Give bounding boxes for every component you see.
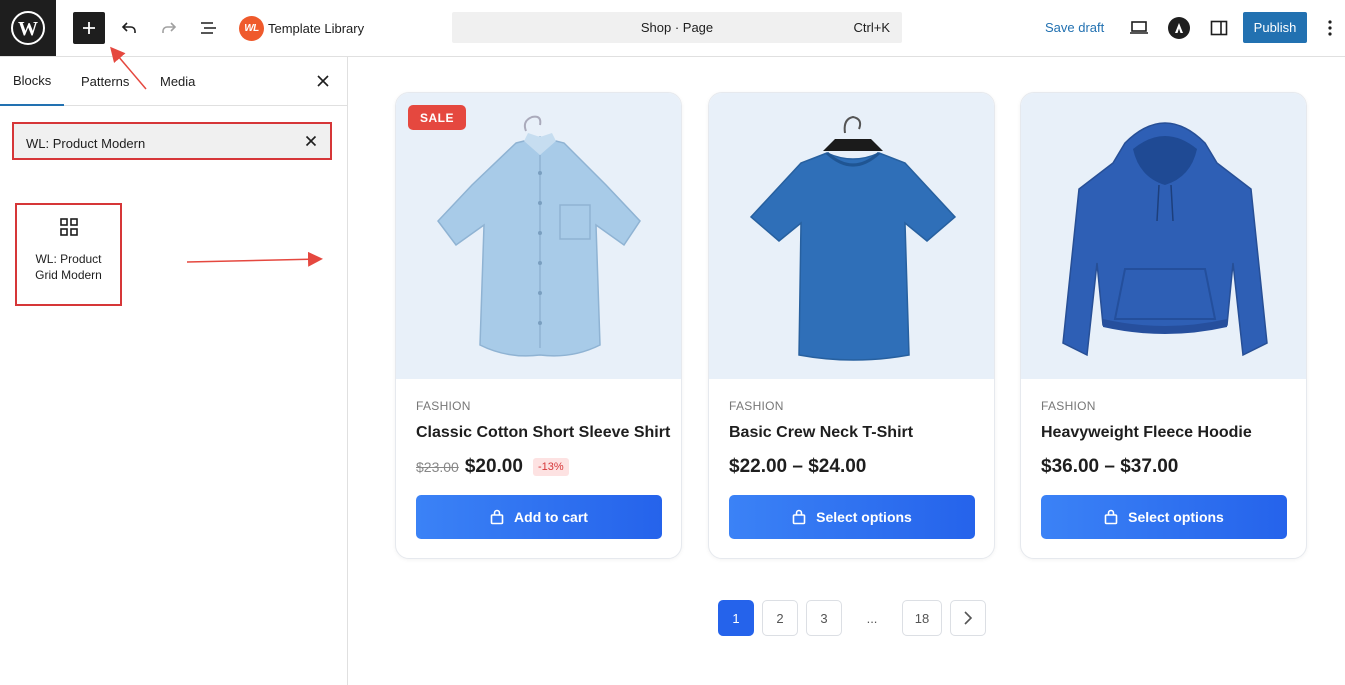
product-title[interactable]: Heavyweight Fleece Hoodie <box>1041 424 1252 442</box>
close-icon <box>305 135 317 147</box>
pagination: 1 2 3 ... 18 <box>718 600 986 636</box>
block-search-input[interactable]: WL: Product Modern <box>12 122 332 160</box>
more-vertical-icon <box>1328 20 1332 36</box>
product-price: $22.00 – $24.00 <box>729 456 866 478</box>
tab-blocks[interactable]: Blocks <box>0 57 65 106</box>
product-card[interactable]: FASHION Heavyweight Fleece Hoodie $36.00… <box>1020 92 1307 559</box>
template-library-label: Template Library <box>268 20 365 36</box>
sale-badge: SALE <box>408 105 466 130</box>
inserter-tabs: Blocks Patterns Media <box>0 57 347 106</box>
list-view-icon <box>201 22 216 34</box>
page-button-last[interactable]: 18 <box>902 600 942 636</box>
undo-icon <box>121 22 136 33</box>
product-category[interactable]: FASHION <box>416 399 471 413</box>
options-menu-button[interactable] <box>1318 12 1342 44</box>
shopping-bag-icon <box>1104 509 1118 525</box>
editor-top-bar: W WL Template Library Shop · Page Ctrl+K… <box>0 0 1345 57</box>
sale-price: $20.00 <box>464 456 523 477</box>
chevron-right-icon <box>964 611 973 625</box>
product-title[interactable]: Classic Cotton Short Sleeve Shirt <box>416 424 670 442</box>
astra-logo-icon <box>1168 17 1190 39</box>
clear-search-button[interactable] <box>302 132 320 150</box>
template-library-button[interactable]: WL Template Library <box>239 14 364 42</box>
product-title[interactable]: Basic Crew Neck T-Shirt <box>729 424 913 442</box>
product-category[interactable]: FASHION <box>1041 399 1096 413</box>
hoodie-image-icon <box>1062 122 1268 357</box>
price-range: $36.00 – $37.00 <box>1041 456 1179 477</box>
next-page-button[interactable] <box>950 600 986 636</box>
product-image[interactable]: SALE <box>396 93 681 379</box>
shopping-bag-icon <box>490 509 504 525</box>
discount-badge: -13% <box>532 458 569 476</box>
add-block-toggle-button[interactable] <box>73 12 105 44</box>
command-shortcut: Ctrl+K <box>853 20 890 35</box>
product-price: $36.00 – $37.00 <box>1041 456 1178 478</box>
redo-button[interactable] <box>153 12 185 44</box>
editor-canvas: SALE FASHION Classic Cotton Short Sleeve… <box>348 57 1345 685</box>
regular-price: $23.00 <box>416 459 459 475</box>
add-to-cart-button[interactable]: Add to cart <box>416 495 662 539</box>
close-inserter-button[interactable] <box>311 69 335 93</box>
button-label: Select options <box>1128 509 1224 525</box>
device-preview-button[interactable] <box>1123 12 1155 44</box>
price-range: $22.00 – $24.00 <box>729 456 867 477</box>
block-inserter-panel: Blocks Patterns Media WL: Product Modern… <box>0 57 348 685</box>
product-image[interactable] <box>709 93 994 379</box>
tab-media[interactable]: Media <box>147 57 208 105</box>
document-title: Shop · Page <box>640 20 714 35</box>
page-button[interactable]: 2 <box>762 600 798 636</box>
product-price: $23.00 $20.00 -13% <box>416 456 569 478</box>
plus-icon <box>83 22 95 34</box>
product-category[interactable]: FASHION <box>729 399 784 413</box>
page-button-current[interactable]: 1 <box>718 600 754 636</box>
astra-settings-button[interactable] <box>1163 12 1195 44</box>
product-card[interactable]: SALE FASHION Classic Cotton Short Sleeve… <box>395 92 682 559</box>
block-result-product-grid-modern[interactable]: WL: Product Grid Modern <box>15 203 122 306</box>
button-label: Select options <box>816 509 912 525</box>
grid-icon <box>59 218 78 236</box>
template-library-logo-icon: WL <box>239 15 264 41</box>
search-value: WL: Product Modern <box>26 136 146 151</box>
command-palette-bar[interactable]: Shop · Page Ctrl+K <box>452 12 902 43</box>
page-ellipsis: ... <box>850 600 894 636</box>
block-result-label: WL: Product Grid Modern <box>35 252 102 282</box>
shirt-image-icon <box>437 115 641 357</box>
sidebar-icon <box>1210 20 1228 36</box>
tab-patterns[interactable]: Patterns <box>68 57 142 105</box>
page-button[interactable]: 3 <box>806 600 842 636</box>
settings-sidebar-button[interactable] <box>1203 12 1235 44</box>
svg-text:W: W <box>18 18 38 40</box>
product-image[interactable] <box>1021 93 1306 379</box>
tshirt-image-icon <box>749 115 957 361</box>
button-label: Add to cart <box>514 509 588 525</box>
select-options-button[interactable]: Select options <box>1041 495 1287 539</box>
undo-button[interactable] <box>113 12 145 44</box>
save-draft-button[interactable]: Save draft <box>1045 20 1104 35</box>
redo-icon <box>162 22 177 33</box>
shopping-bag-icon <box>792 509 806 525</box>
document-overview-button[interactable] <box>193 12 225 44</box>
wordpress-logo-icon[interactable]: W <box>0 0 56 56</box>
publish-button[interactable]: Publish <box>1243 12 1307 43</box>
laptop-icon <box>1130 21 1148 34</box>
product-card[interactable]: FASHION Basic Crew Neck T-Shirt $22.00 –… <box>708 92 995 559</box>
select-options-button[interactable]: Select options <box>729 495 975 539</box>
close-icon <box>317 75 329 87</box>
